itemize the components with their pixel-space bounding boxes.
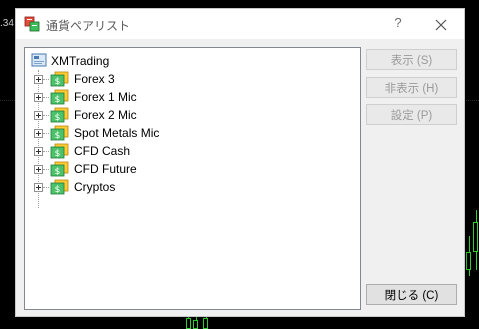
- symbol-folder-icon: $: [50, 107, 69, 123]
- tree-root-label: XMTrading: [51, 54, 110, 68]
- expand-icon[interactable]: [34, 128, 43, 138]
- tree-connector: [43, 132, 49, 134]
- symbol-folder-icon: $: [50, 179, 69, 195]
- tree-root-xmtrading[interactable]: XMTrading: [31, 52, 109, 70]
- title-bar[interactable]: 通貨ペアリスト ?: [16, 9, 464, 39]
- tree-connector: [43, 186, 49, 188]
- candle: [193, 320, 198, 329]
- svg-text:$: $: [55, 131, 61, 141]
- tree-connector: [43, 168, 49, 170]
- tree-item-label: Cryptos: [74, 180, 116, 194]
- show-button[interactable]: 表示 (S): [366, 49, 457, 70]
- price-label: .34: [0, 18, 14, 29]
- svg-text:$: $: [55, 185, 61, 195]
- symbol-tree[interactable]: XMTrading $ Forex 3 $ Forex 1 Mic $ Fore…: [24, 47, 361, 310]
- tree-item-label: Spot Metals Mic: [74, 126, 160, 140]
- candle: [473, 222, 478, 252]
- tree-item-cryptos[interactable]: $ Cryptos: [34, 178, 234, 196]
- tree-connector: [43, 114, 49, 116]
- svg-text:$: $: [55, 95, 61, 105]
- tree-item-label: Forex 2 Mic: [74, 108, 137, 122]
- symbols-dialog: 通貨ペアリスト ? XMTrading $ Forex 3 $ Forex 1 …: [15, 8, 465, 317]
- tree-connector: [43, 78, 49, 80]
- tree-item-forex-2-mic[interactable]: $ Forex 2 Mic: [34, 106, 234, 124]
- candle: [203, 318, 208, 329]
- expand-icon[interactable]: [34, 146, 43, 156]
- candle: [186, 318, 191, 329]
- symbol-folder-icon: $: [50, 71, 69, 87]
- server-icon: [31, 53, 47, 67]
- candle: [466, 252, 471, 270]
- symbol-folder-icon: $: [50, 89, 69, 105]
- expand-icon[interactable]: [34, 92, 43, 102]
- tree-connector: [43, 96, 49, 98]
- svg-text:$: $: [55, 77, 61, 87]
- expand-icon[interactable]: [34, 164, 43, 174]
- close-button[interactable]: 閉じる (C): [366, 284, 457, 305]
- tree-item-spot-metals-mic[interactable]: $ Spot Metals Mic: [34, 124, 234, 142]
- tree-item-label: Forex 3: [74, 72, 115, 86]
- tree-item-label: CFD Cash: [74, 144, 131, 158]
- expand-icon[interactable]: [34, 74, 43, 84]
- hide-button[interactable]: 非表示 (H): [366, 77, 457, 98]
- tree-item-cfd-cash[interactable]: $ CFD Cash: [34, 142, 234, 160]
- svg-text:$: $: [55, 167, 61, 177]
- tree-item-forex-3[interactable]: $ Forex 3: [34, 70, 234, 88]
- expand-icon[interactable]: [34, 182, 43, 192]
- tree-connector: [43, 150, 49, 152]
- tree-item-label: Forex 1 Mic: [74, 90, 137, 104]
- tree-item-cfd-future[interactable]: $ CFD Future: [34, 160, 234, 178]
- help-button[interactable]: ?: [386, 15, 410, 35]
- close-icon[interactable]: [429, 14, 453, 36]
- tree-item-label: CFD Future: [74, 162, 137, 176]
- dialog-title: 通貨ペアリスト: [46, 19, 131, 33]
- symbol-folder-icon: $: [50, 125, 69, 141]
- expand-icon[interactable]: [34, 110, 43, 120]
- symbol-folder-icon: $: [50, 143, 69, 159]
- svg-text:$: $: [55, 149, 61, 159]
- properties-button[interactable]: 設定 (P): [366, 104, 457, 125]
- svg-text:$: $: [55, 113, 61, 123]
- symbols-icon: [24, 16, 40, 32]
- tree-item-forex-1-mic[interactable]: $ Forex 1 Mic: [34, 88, 234, 106]
- symbol-folder-icon: $: [50, 161, 69, 177]
